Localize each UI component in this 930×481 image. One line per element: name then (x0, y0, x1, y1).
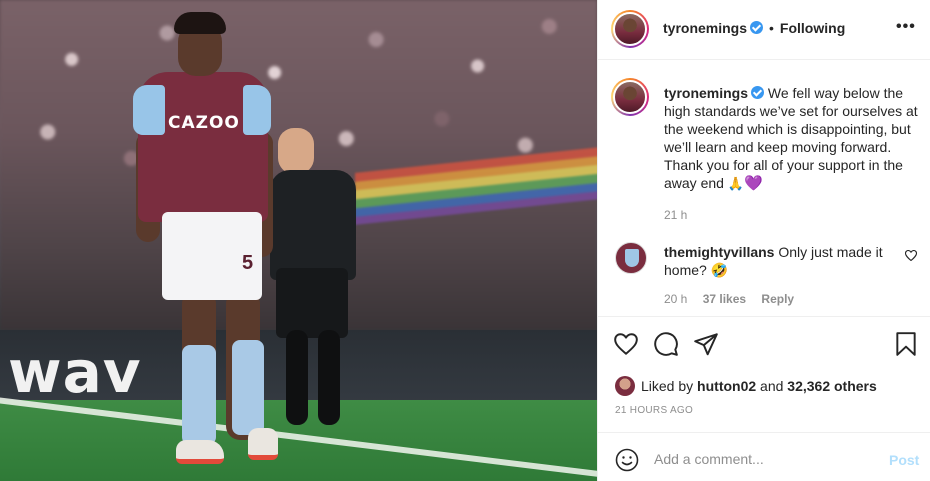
emoji-smiley-icon[interactable] (615, 448, 639, 472)
liked-by-prefix: Liked by (641, 378, 694, 394)
more-options-icon[interactable]: ••• (896, 18, 916, 36)
player-sleeve (243, 85, 271, 135)
author-username-link[interactable]: tyronemings (663, 20, 747, 36)
add-comment-bar: Post (598, 432, 930, 481)
avatar-image (613, 80, 647, 114)
caption-timestamp[interactable]: 21 h (664, 208, 687, 222)
caption-username-link[interactable]: tyronemings (664, 85, 748, 101)
hoarding-text: wav (8, 338, 142, 406)
post-timestamp[interactable]: 21 HOURS AGO (615, 405, 693, 416)
player-sock (182, 345, 216, 445)
verified-badge-icon (750, 21, 764, 34)
comment-timestamp[interactable]: 20 h (664, 292, 687, 306)
club-crest-icon (625, 249, 639, 267)
like-heart-icon[interactable] (613, 331, 639, 357)
player-boot (248, 428, 278, 460)
following-button[interactable]: Following (780, 20, 845, 36)
post-photo[interactable]: wav CAZOO 5 (0, 0, 597, 481)
verified-badge-icon (751, 86, 765, 99)
post-comment-button[interactable]: Post (889, 452, 919, 468)
reply-button[interactable]: Reply (761, 292, 794, 306)
player-sock (232, 340, 264, 435)
folded-hands-emoji: 🙏 (727, 176, 745, 191)
likes-count-link[interactable]: 32,362 others (787, 378, 877, 394)
liker-avatar[interactable] (615, 376, 635, 396)
post-actions: Liked by hutton02 and 32,362 others 21 H… (598, 316, 930, 436)
comment-like-heart-icon[interactable] (904, 249, 918, 264)
referee-leg (318, 330, 340, 425)
player-sleeve (133, 85, 165, 135)
rofl-emoji: 🤣 (710, 262, 729, 278)
header-user-line: tyronemings • Following (663, 20, 845, 36)
referee-head (278, 128, 314, 174)
post-side-panel: tyronemings • Following ••• tyronemings We… (597, 0, 930, 481)
shorts-number: 5 (242, 252, 254, 274)
liked-by-line: Liked by hutton02 and 32,362 others (615, 376, 877, 396)
instagram-post-view: wav CAZOO 5 tyronemings • Following ••• … (0, 0, 930, 481)
referee-shorts (276, 268, 348, 338)
comment-likes-count[interactable]: 37 likes (703, 292, 746, 306)
liker-username-link[interactable]: hutton02 (697, 378, 756, 394)
post-header: tyronemings • Following ••• (598, 0, 930, 60)
share-paper-plane-icon[interactable] (693, 331, 719, 357)
save-bookmark-icon[interactable] (893, 331, 919, 357)
referee-shirt (270, 170, 356, 280)
player-boot (176, 440, 224, 464)
author-avatar[interactable] (611, 10, 649, 48)
caption-author-avatar[interactable] (611, 78, 649, 116)
avatar-image (613, 12, 647, 46)
liked-by-connector: and (760, 378, 784, 394)
comment-meta: 20 h 37 likes Reply (664, 292, 806, 306)
commenter-avatar[interactable] (615, 242, 647, 274)
separator-dot: • (769, 20, 774, 36)
player-hair (174, 12, 226, 34)
referee-leg (286, 330, 308, 425)
post-caption: tyronemings We fell way below the high s… (664, 84, 919, 224)
comment-item: themightyvillans Only just made it home?… (664, 243, 896, 279)
shirt-sponsor: CAZOO (168, 113, 240, 133)
add-comment-input[interactable] (654, 447, 874, 471)
comment-bubble-icon[interactable] (653, 331, 679, 357)
commenter-username-link[interactable]: themightyvillans (664, 244, 774, 260)
purple-heart-emoji: 💜 (744, 175, 763, 192)
